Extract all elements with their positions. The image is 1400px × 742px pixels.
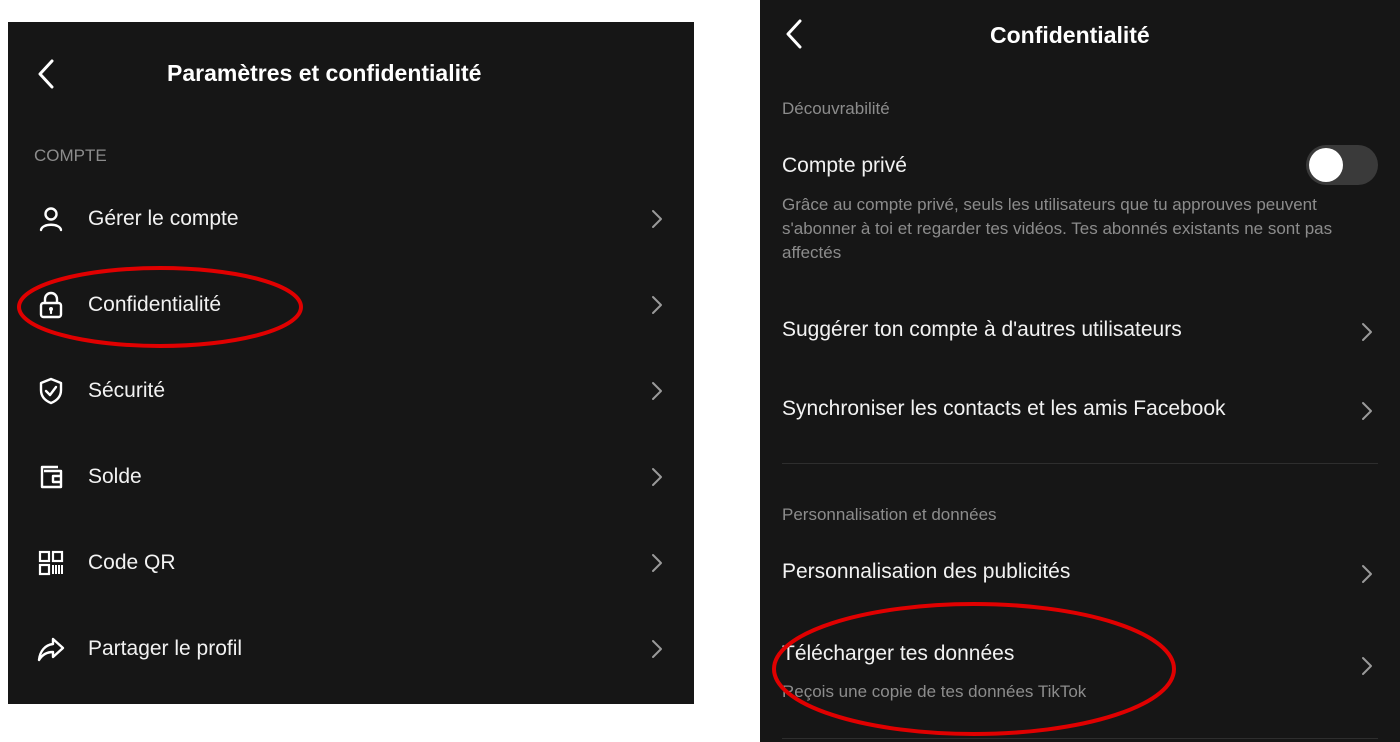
chevron-right-icon [1362,402,1372,420]
private-account-label: Compte privé [782,154,907,177]
section-header-personalization: Personnalisation et données [782,505,997,524]
download-data-description: Reçois une copie de tes données TikTok [782,682,1087,701]
private-account-row: Compte privé Grâce au compte privé, seul… [760,140,1400,270]
page-title: Paramètres et confidentialité [167,60,482,86]
page-title: Confidentialité [990,22,1150,48]
settings-item-manage-account[interactable]: Gérer le compte [8,183,694,255]
divider [782,463,1378,464]
section-header-discoverability: Découvrabilité [782,99,890,118]
chevron-left-icon [786,19,802,49]
ads-personalization-label: Personnalisation des publicités [782,560,1071,583]
settings-item-share-profile[interactable]: Partager le profil [8,613,694,685]
settings-item-qr-code[interactable]: Code QR [8,527,694,599]
ads-personalization-row[interactable]: Personnalisation des publicités [760,538,1400,610]
chevron-right-icon [1362,323,1372,341]
person-icon [39,207,63,232]
suggest-account-label: Suggérer ton compte à d'autres utilisate… [782,318,1182,341]
qr-code-icon [38,550,64,576]
lock-icon [39,291,63,319]
shield-icon [39,377,63,405]
privacy-screen: Confidentialité Découvrabilité Compte pr… [760,0,1400,742]
settings-item-security[interactable]: Sécurité [8,355,694,427]
sync-contacts-row[interactable]: Synchroniser les contacts et les amis Fa… [760,375,1400,447]
toggle-knob [1309,148,1343,182]
download-data-row[interactable]: Télécharger tes données Reçois une copie… [760,622,1400,712]
chevron-right-icon [652,554,662,572]
private-account-description: Grâce au compte privé, seuls les utilisa… [782,195,1333,262]
sync-contacts-label: Synchroniser les contacts et les amis Fa… [782,397,1226,420]
settings-item-balance[interactable]: Solde [8,441,694,513]
private-account-toggle[interactable] [1306,145,1378,185]
back-button[interactable] [774,10,814,58]
download-data-label: Télécharger tes données [782,642,1015,665]
chevron-left-icon [38,59,54,89]
section-header-account: COMPTE [34,146,107,165]
wallet-icon [40,465,63,489]
settings-item-label: Partager le profil [88,637,243,660]
divider [782,738,1378,739]
chevron-right-icon [652,382,662,400]
chevron-right-icon [1362,657,1372,675]
settings-item-label: Sécurité [88,379,166,402]
settings-item-privacy[interactable]: Confidentialité [8,269,694,341]
chevron-right-icon [652,640,662,658]
chevron-right-icon [1362,565,1372,583]
suggest-account-row[interactable]: Suggérer ton compte à d'autres utilisate… [760,296,1400,368]
back-button[interactable] [26,50,66,98]
settings-item-label: Confidentialité [88,293,222,316]
chevron-right-icon [652,296,662,314]
settings-item-label: Gérer le compte [88,207,239,230]
settings-privacy-screen: Paramètres et confidentialité COMPTE Gér… [8,22,694,704]
settings-item-label: Code QR [88,551,176,574]
chevron-right-icon [652,468,662,486]
chevron-right-icon [652,210,662,228]
settings-item-label: Solde [88,465,142,488]
share-icon [37,637,65,662]
